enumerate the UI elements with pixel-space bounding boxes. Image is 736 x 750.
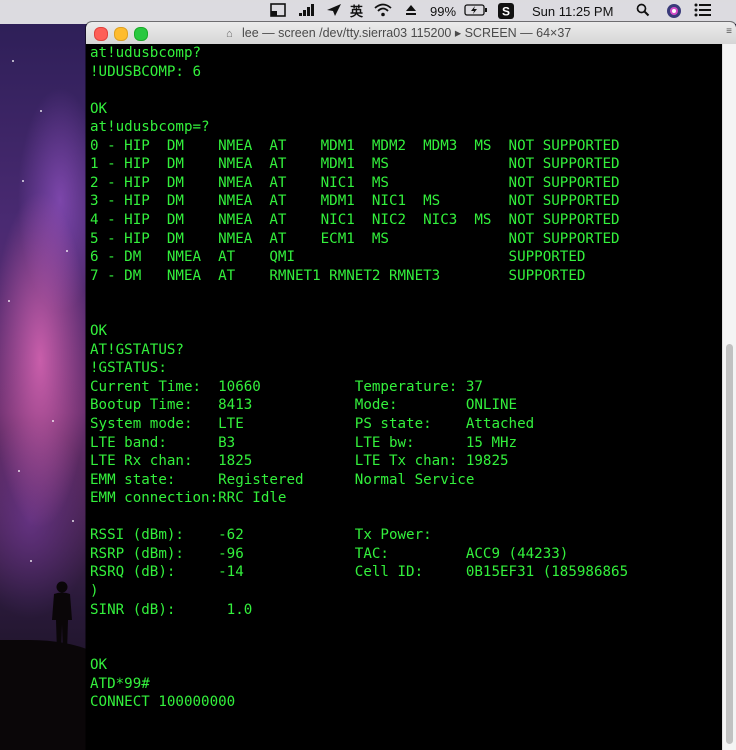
home-folder-icon: ⌂ <box>226 28 233 40</box>
terminal-line: EMM connection:RRC Idle <box>90 490 287 506</box>
terminal-line: 6 - DM NMEA AT QMI SUPPORTED <box>90 249 586 265</box>
notification-list-icon[interactable] <box>694 3 712 21</box>
terminal-line: at!udusbcomp=? <box>90 119 210 135</box>
terminal-line: RSSI (dBm): -62 Tx Power: <box>90 527 432 543</box>
terminal-window: ⌂ lee — screen /dev/tty.sierra03 115200 ▸… <box>86 22 736 750</box>
location-arrow-icon[interactable] <box>326 3 342 21</box>
terminal-line: 5 - HIP DM NMEA AT ECM1 MS NOT SUPPORTED <box>90 231 620 247</box>
terminal-line: OK <box>90 101 108 117</box>
signal-bars-icon[interactable] <box>298 3 316 21</box>
terminal-line: 4 - HIP DM NMEA AT NIC1 NIC2 NIC3 MS NOT… <box>90 212 620 228</box>
terminal-line: 1 - HIP DM NMEA AT MDM1 MS NOT SUPPORTED <box>90 156 620 172</box>
terminal-line: RSRP (dBm): -96 TAC: ACC9 (44233) <box>90 546 569 562</box>
terminal-line: ) <box>90 583 99 599</box>
terminal-line: !GSTATUS: <box>90 360 167 376</box>
terminal-line: RSRQ (dB): -14 Cell ID: 0B15EF31 (185986… <box>90 564 629 580</box>
star <box>18 470 20 472</box>
input-method-icon[interactable]: 英 <box>350 3 363 21</box>
star <box>30 560 32 562</box>
person-silhouette <box>52 581 72 652</box>
star <box>52 420 54 422</box>
terminal-line: 0 - HIP DM NMEA AT MDM1 MDM2 MDM3 MS NOT… <box>90 138 620 154</box>
terminal-line: SINR (dB): 1.0 <box>90 602 253 618</box>
terminal-line: LTE band: B3 LTE bw: 15 MHz <box>90 435 518 451</box>
siri-icon[interactable] <box>666 3 682 21</box>
s-app-icon[interactable]: S <box>498 3 514 21</box>
terminal-line: 3 - HIP DM NMEA AT MDM1 NIC1 MS NOT SUPP… <box>90 193 620 209</box>
star <box>12 60 14 62</box>
terminal-output[interactable]: at!udusbcomp? !UDUSBCOMP: 6 OK at!udusbcomp… <box>86 44 722 750</box>
terminal-line: OK <box>90 657 108 673</box>
close-button[interactable] <box>94 27 108 41</box>
window-title: ⌂ lee — screen /dev/tty.sierra03 115200 ▸… <box>226 25 646 41</box>
zoom-button[interactable] <box>134 27 148 41</box>
terminal-line: 2 - HIP DM NMEA AT NIC1 MS NOT SUPPORTED <box>90 175 620 191</box>
svg-text:S: S <box>502 5 510 19</box>
wifi-icon[interactable] <box>374 3 392 21</box>
window-titlebar[interactable]: ⌂ lee — screen /dev/tty.sierra03 115200 ▸… <box>86 22 736 45</box>
terminal-line: EMM state: Registered Normal Service <box>90 472 475 488</box>
terminal-line: LTE Rx chan: 1825 LTE Tx chan: 19825 <box>90 453 509 469</box>
star <box>22 180 24 182</box>
window-title-text: lee — screen /dev/tty.sierra03 115200 ▸ … <box>242 26 572 40</box>
toolbar-resize-icon[interactable]: ≡ <box>724 25 734 39</box>
star <box>66 250 68 252</box>
terminal-line: AT!GSTATUS? <box>90 342 184 358</box>
battery-percent[interactable]: 99% <box>430 3 456 21</box>
star <box>8 300 10 302</box>
eject-icon[interactable] <box>404 3 418 21</box>
terminal-line: OK <box>90 323 108 339</box>
star <box>40 110 42 112</box>
menu-bar: 英 99% S Sun 11:25 PM <box>0 0 736 24</box>
terminal-line: Bootup Time: 8413 Mode: ONLINE <box>90 397 518 413</box>
terminal-line: at!udusbcomp? <box>90 45 202 61</box>
terminal-line: System mode: LTE PS state: Attached <box>90 416 535 432</box>
star <box>72 520 74 522</box>
terminal-line: 7 - DM NMEA AT RMNET1 RMNET2 RMNET3 SUPP… <box>90 268 586 284</box>
window-icon[interactable] <box>270 3 286 21</box>
spotlight-search-icon[interactable] <box>636 3 650 21</box>
menubar-clock[interactable]: Sun 11:25 PM <box>532 3 613 21</box>
terminal-line: Current Time: 10660 Temperature: 37 <box>90 379 483 395</box>
minimize-button[interactable] <box>114 27 128 41</box>
vertical-scrollbar[interactable] <box>722 44 736 750</box>
scrollbar-thumb[interactable] <box>726 344 733 744</box>
terminal-line: !UDUSBCOMP: 6 <box>90 64 202 80</box>
battery-charging-icon[interactable] <box>464 3 488 21</box>
terminal-line: ATD*99# <box>90 676 150 692</box>
terminal-line: CONNECT 100000000 <box>90 694 236 710</box>
